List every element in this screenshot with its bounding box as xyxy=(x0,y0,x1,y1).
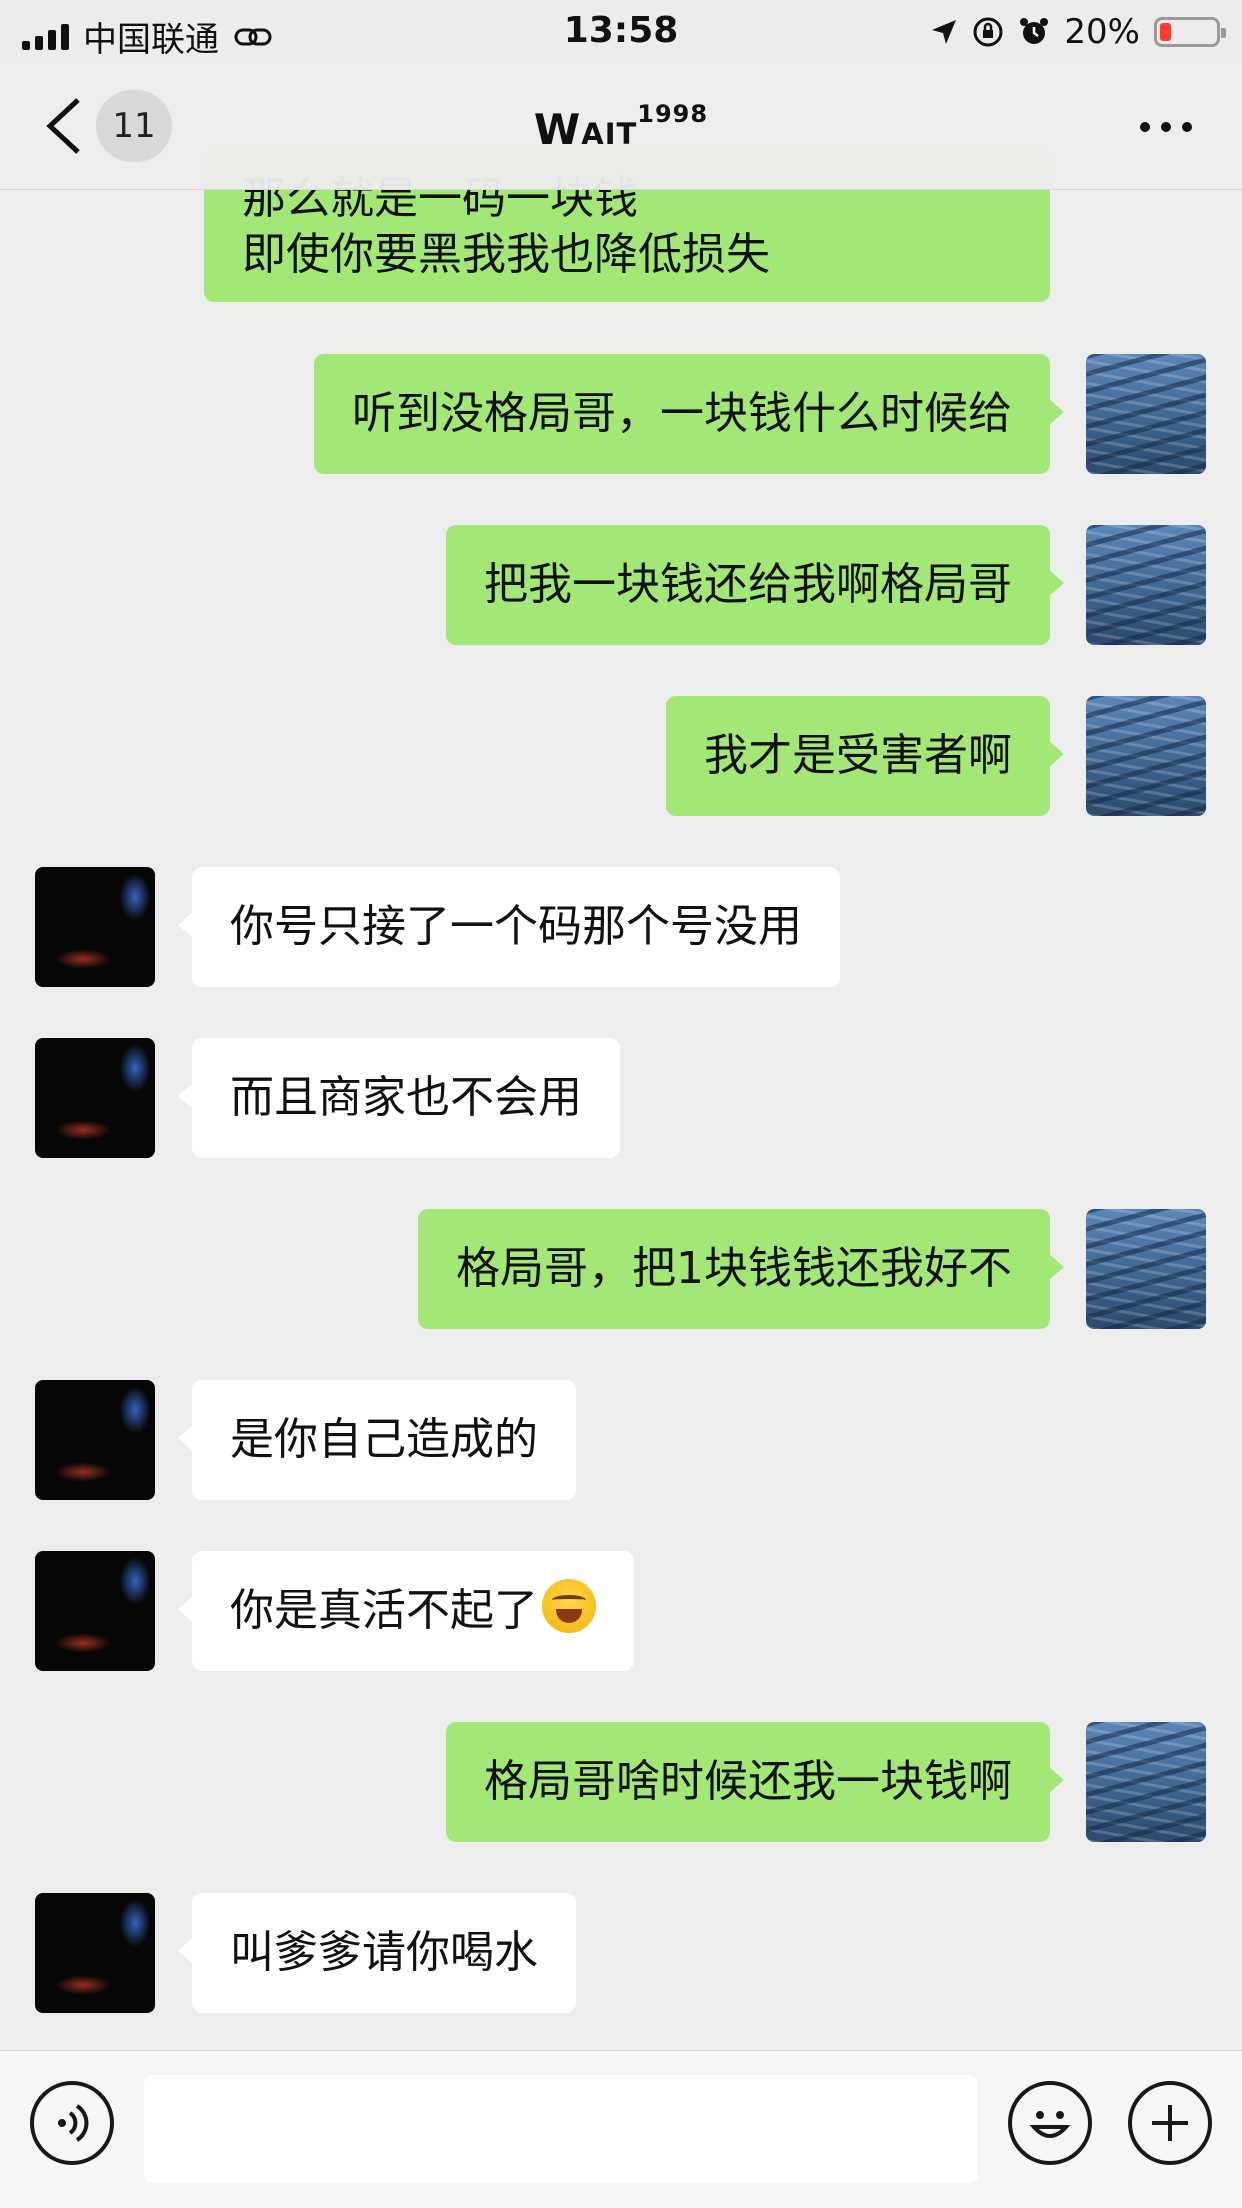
message-bubble-sent[interactable]: 听到没格局哥，一块钱什么时候给 xyxy=(314,354,1064,474)
contact-avatar[interactable] xyxy=(35,1893,155,2013)
message-row-sent: 我才是受害者啊 xyxy=(0,696,1242,816)
message-row-sent: 把我一块钱还给我啊格局哥 xyxy=(0,525,1242,645)
contact-avatar[interactable] xyxy=(35,867,155,987)
message-text: 你是真活不起了 xyxy=(230,1585,538,1636)
chat-title-suffix: 1998 xyxy=(637,100,709,128)
message-bubble-sent[interactable]: 格局哥啥时候还我一块钱啊 xyxy=(446,1722,1064,1842)
my-avatar[interactable] xyxy=(1086,525,1206,645)
input-bar xyxy=(0,2050,1242,2208)
contact-avatar[interactable] xyxy=(35,1038,155,1158)
battery-percent: 20% xyxy=(1064,12,1140,52)
message-bubble-sent[interactable]: 我才是受害者啊 xyxy=(666,696,1064,816)
message-bubble-received[interactable]: 你号只接了一个码那个号没用 xyxy=(178,867,840,987)
message-row-sent: 格局哥，把1块钱钱还我好不 xyxy=(0,1209,1242,1329)
my-avatar[interactable] xyxy=(1086,696,1206,816)
status-bar: 中国联通 13:58 20% xyxy=(0,0,1242,64)
message-bubble-received[interactable]: 是你自己造成的 xyxy=(178,1380,576,1500)
my-avatar[interactable] xyxy=(1086,1722,1206,1842)
voice-icon[interactable] xyxy=(30,2081,114,2165)
message-row-sent: 格局哥啥时候还我一块钱啊 xyxy=(0,1722,1242,1842)
chat-title-name: Wait xyxy=(533,105,638,154)
message-row-received: 是你自己造成的 xyxy=(0,1380,1242,1500)
message-row-received: 你是真活不起了 xyxy=(0,1551,1242,1671)
battery-icon xyxy=(1154,17,1226,47)
chat-title[interactable]: Wait1998 xyxy=(0,100,1242,154)
contact-avatar[interactable] xyxy=(35,1380,155,1500)
orientation-lock-icon xyxy=(973,17,1003,47)
message-input[interactable] xyxy=(144,2075,978,2183)
message-bubble-received[interactable]: 叫爹爹请你喝水 xyxy=(178,1893,576,2013)
message-row-received: 叫爹爹请你喝水 xyxy=(0,1893,1242,2013)
message-text-line: 即使你要黑我我也降低损失 xyxy=(242,229,770,280)
alarm-icon xyxy=(1020,18,1049,44)
my-avatar[interactable] xyxy=(1086,354,1206,474)
emoji-icon[interactable] xyxy=(1008,2081,1092,2165)
location-icon xyxy=(932,20,957,44)
chat-message-list[interactable]: 那么就是一码一块钱 即使你要黑我我也降低损失 听到没格局哥，一块钱什么时候给 把… xyxy=(0,0,1242,2050)
message-row-received: 你号只接了一个码那个号没用 xyxy=(0,867,1242,987)
message-row-sent: 听到没格局哥，一块钱什么时候给 xyxy=(0,354,1242,474)
message-row-received: 而且商家也不会用 xyxy=(0,1038,1242,1158)
message-bubble-sent[interactable]: 把我一块钱还给我啊格局哥 xyxy=(446,525,1064,645)
more-dots-icon[interactable] xyxy=(1140,122,1192,132)
contact-avatar[interactable] xyxy=(35,1551,155,1671)
message-bubble-sent[interactable]: 格局哥，把1块钱钱还我好不 xyxy=(418,1209,1064,1329)
message-bubble-received[interactable]: 你是真活不起了 xyxy=(178,1551,634,1671)
chat-header: 11 Wait1998 xyxy=(0,64,1242,190)
plus-icon[interactable] xyxy=(1128,2081,1212,2165)
message-bubble-received[interactable]: 而且商家也不会用 xyxy=(178,1038,620,1158)
my-avatar[interactable] xyxy=(1086,1209,1206,1329)
facepalm-emoji-icon xyxy=(542,1579,596,1633)
